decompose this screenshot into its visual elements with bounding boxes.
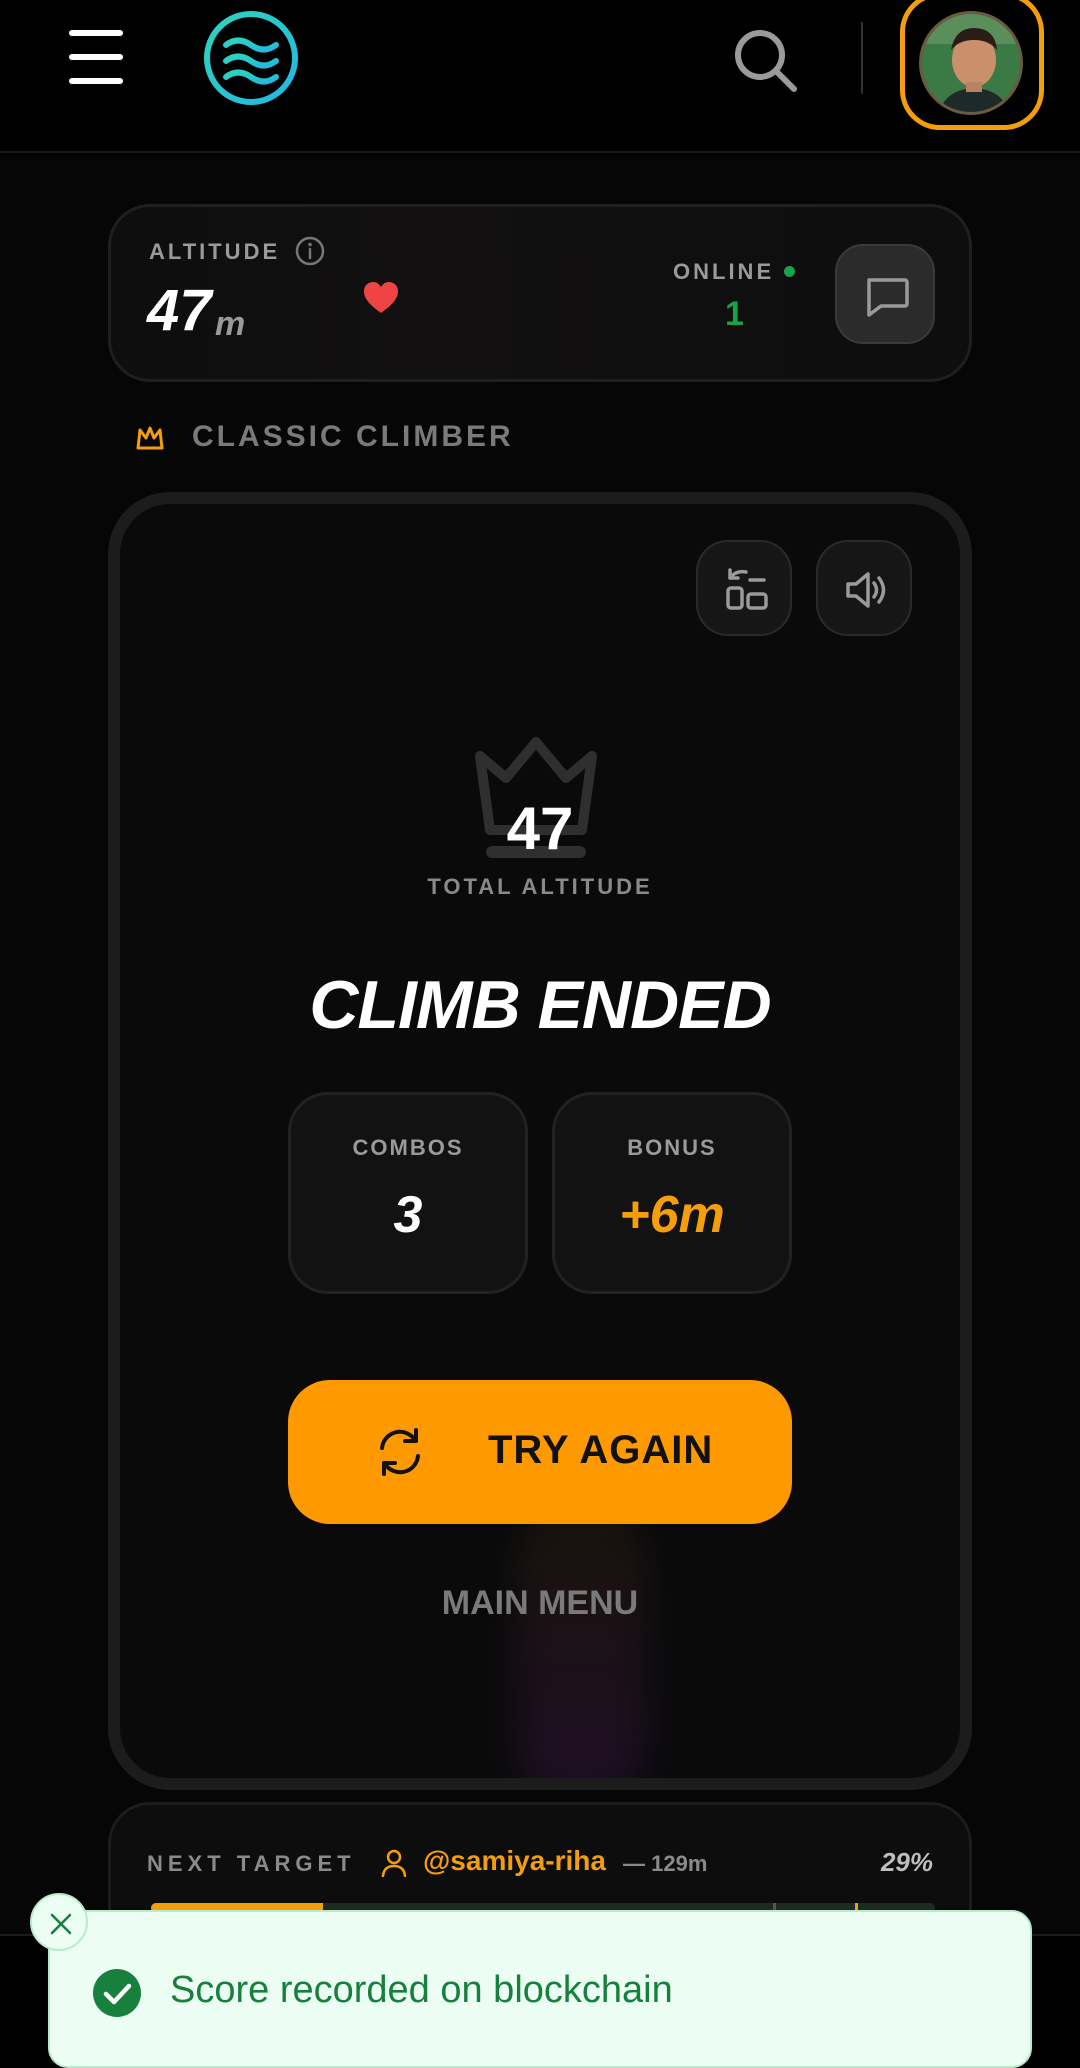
combos-stat: COMBOS 3 xyxy=(288,1092,528,1294)
try-again-label: TRY AGAIN xyxy=(488,1428,714,1472)
search-icon[interactable] xyxy=(730,25,800,95)
waves-logo-icon[interactable] xyxy=(202,9,300,107)
target-username[interactable]: @samiya-riha xyxy=(423,1845,606,1877)
altitude-unit: m xyxy=(215,305,246,343)
avatar-portrait-icon xyxy=(922,14,1020,112)
try-again-button[interactable]: TRY AGAIN xyxy=(288,1380,792,1524)
bonus-value: +6m xyxy=(619,1186,725,1244)
combos-value: 3 xyxy=(393,1186,423,1244)
close-icon xyxy=(50,1913,72,1935)
toast-message: Score recorded on blockchain xyxy=(170,1969,673,2011)
online-status-dot xyxy=(784,266,795,277)
chat-icon xyxy=(867,278,909,317)
target-distance: — 129m xyxy=(623,1851,708,1876)
next-target-label: NEXT TARGET xyxy=(147,1851,356,1876)
rotate-screen-button[interactable] xyxy=(696,540,792,636)
user-avatar[interactable] xyxy=(919,11,1023,115)
game-mode-label: CLASSIC CLIMBER xyxy=(192,420,514,453)
top-navigation-bar xyxy=(0,0,1080,153)
bonus-stat: BONUS +6m xyxy=(552,1092,792,1294)
sound-toggle-button[interactable] xyxy=(816,540,912,636)
speaker-icon xyxy=(846,572,886,608)
climb-ended-title: CLIMB ENDED xyxy=(309,967,771,1043)
background-glow xyxy=(516,1504,646,1778)
bonus-label: BONUS xyxy=(627,1135,717,1160)
check-circle-icon xyxy=(93,1969,141,2017)
user-icon xyxy=(381,1849,407,1877)
target-percent: 29% xyxy=(880,1847,933,1877)
main-menu-button[interactable]: MAIN MENU xyxy=(120,1584,960,1623)
toast-close-button[interactable] xyxy=(30,1893,88,1951)
total-altitude-label: TOTAL ALTITUDE xyxy=(427,874,653,899)
header-divider xyxy=(861,22,863,94)
altitude-value: 47 xyxy=(147,278,212,343)
game-panel: 47 TOTAL ALTITUDE CLIMB ENDED COMBOS 3 B… xyxy=(108,492,972,1790)
online-count: 1 xyxy=(725,295,744,333)
online-label: ONLINE xyxy=(673,259,775,284)
profile-button[interactable] xyxy=(900,0,1044,130)
altitude-card: ALTITUDE 47 m ONLINE 1 xyxy=(108,204,972,382)
altitude-label: ALTITUDE xyxy=(149,239,281,264)
refresh-icon xyxy=(380,1428,420,1476)
info-icon[interactable] xyxy=(294,235,326,267)
combos-label: COMBOS xyxy=(352,1135,464,1160)
total-altitude-value: 47 xyxy=(506,795,574,862)
chat-button[interactable] xyxy=(835,244,935,344)
hamburger-menu-icon[interactable] xyxy=(64,28,130,86)
crown-icon xyxy=(136,426,164,450)
rotate-screen-icon xyxy=(726,568,768,610)
toast-notification: Score recorded on blockchain xyxy=(48,1910,1032,2068)
heart-icon xyxy=(364,282,398,313)
